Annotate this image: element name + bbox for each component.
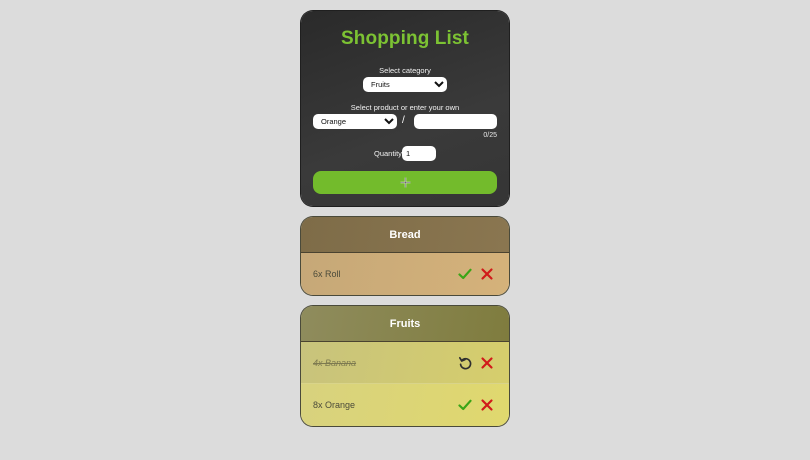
check-icon[interactable] — [458, 398, 472, 412]
custom-product-input[interactable] — [414, 114, 497, 129]
category-select[interactable]: Fruits — [363, 77, 447, 92]
category-card-bread: Bread 6x Roll — [301, 217, 509, 295]
product-label: Select product or enter your own — [350, 103, 460, 112]
app-title: Shopping List — [341, 28, 469, 49]
close-icon[interactable] — [480, 356, 494, 370]
list-item: 6x Roll — [301, 253, 509, 295]
undo-icon[interactable] — [458, 356, 472, 370]
item-text: 6x Roll — [313, 269, 341, 279]
category-card-fruits: Fruits 4x Banana 8x Orange — [301, 306, 509, 426]
quantity-input[interactable] — [402, 146, 436, 161]
plus-icon — [400, 177, 410, 188]
item-text: 8x Orange — [313, 400, 356, 410]
category-label: Select category — [379, 66, 431, 75]
quantity-label: Quantity — [374, 149, 402, 158]
char-counter: 0/25 — [483, 132, 497, 139]
add-item-form: Shopping List Select category Fruits Sel… — [301, 11, 509, 206]
add-item-button[interactable] — [313, 171, 497, 194]
category-header: Fruits — [301, 306, 509, 342]
product-select[interactable]: Orange — [313, 114, 397, 129]
category-header: Bread — [301, 217, 509, 253]
check-icon[interactable] — [458, 267, 472, 281]
list-item: 8x Orange — [301, 384, 509, 426]
close-icon[interactable] — [480, 267, 494, 281]
close-icon[interactable] — [480, 398, 494, 412]
separator: / — [402, 115, 405, 126]
list-item: 4x Banana — [301, 342, 509, 384]
item-text: 4x Banana — [313, 357, 357, 368]
